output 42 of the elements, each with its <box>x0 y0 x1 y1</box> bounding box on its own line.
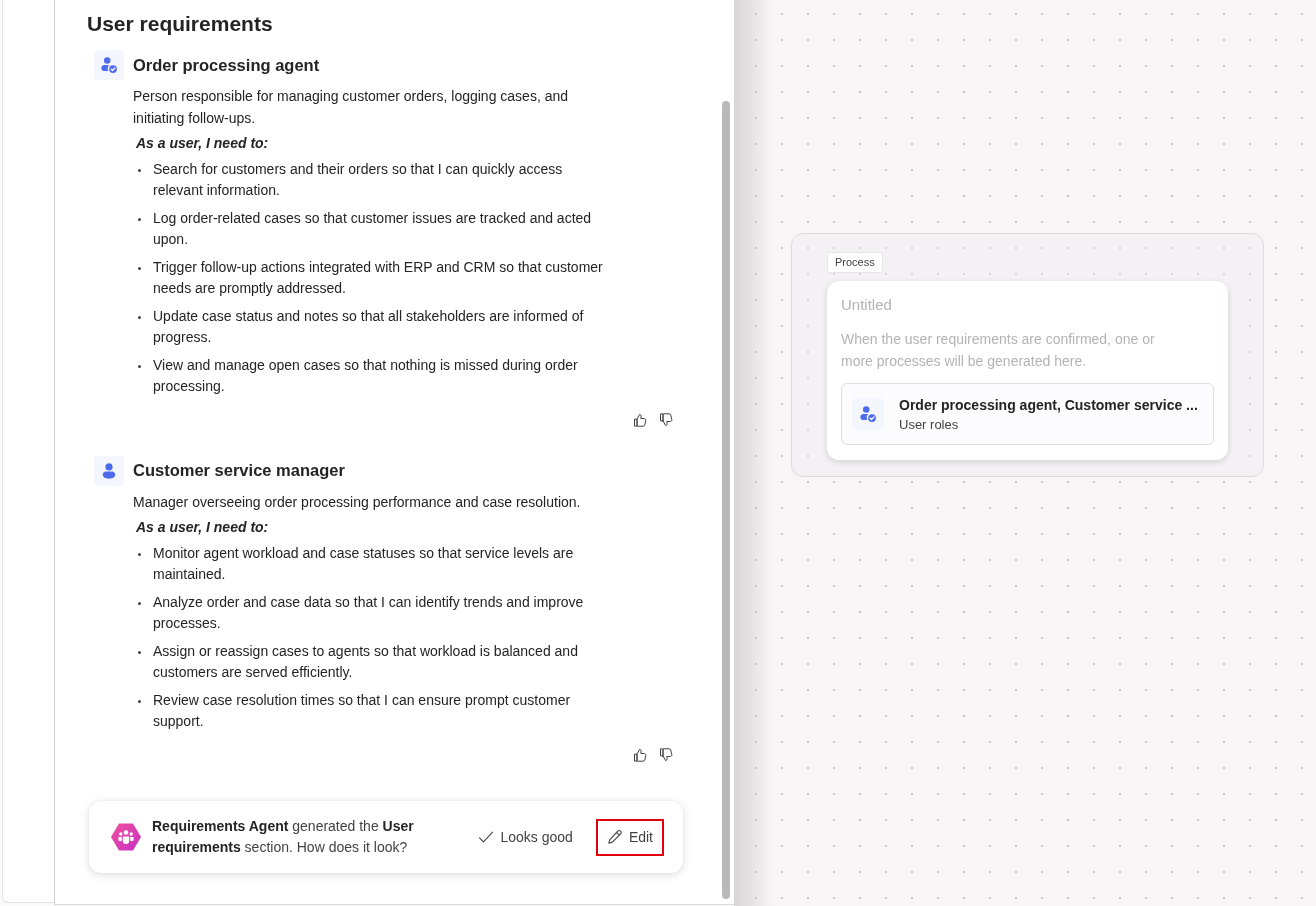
need-text: Monitor agent workload and case statuses so that service levels are maintained. <box>153 543 575 584</box>
agent-hexagon-icon <box>110 821 142 853</box>
bullet-icon <box>138 266 141 270</box>
need-text: Log order-related cases so that customer issues are tracked and acted upon. <box>153 208 593 249</box>
process-tag: Process <box>827 252 883 273</box>
bullet-icon <box>138 650 141 654</box>
scrollbar-thumb[interactable] <box>722 101 730 899</box>
bullet-icon <box>138 601 141 605</box>
process-card[interactable]: Untitled When the user requirements are confirmed, one or more processes will be generated here. Order processing agent, Customer service ... User roles <box>827 281 1228 460</box>
role-name: Customer service manager <box>133 461 345 480</box>
process-description: When the user requirements are confirmed, one or more processes will be generated here. <box>841 330 1156 371</box>
needs-label: As a user, I need to: <box>136 518 270 537</box>
role-description: Manager overseeing order processing performance and case resolution. <box>133 492 582 512</box>
feedback-message: Requirements Agent generated the User requirements section. How does it look? <box>152 817 415 857</box>
pencil-icon <box>606 829 623 845</box>
need-text: View and manage open cases so that nothing is missed during order processing. <box>153 355 579 396</box>
thumbs-down-icon[interactable] <box>658 746 674 763</box>
checkmark-icon <box>478 829 495 845</box>
bullet-icon <box>138 364 141 368</box>
bullet-icon <box>138 168 141 172</box>
bullet-icon <box>138 217 141 221</box>
role-description: Person responsible for managing customer orders, logging cases, and initiating follow-ups. <box>133 87 570 128</box>
need-text: Review case resolution times so that I can ensure prompt customer support. <box>153 690 572 731</box>
needs-label: As a user, I need to: <box>136 134 270 153</box>
item-title: Order processing agent, Customer service ... <box>899 396 1198 413</box>
need-text: Trigger follow-up actions integrated with ERP and CRM so that customer needs are promptly addressed. <box>153 257 604 298</box>
edit-button[interactable]: Edit <box>595 818 664 856</box>
need-text: Search for customers and their orders so that I can quickly access relevant information. <box>153 159 564 200</box>
thumbs-down-icon[interactable] <box>658 411 674 428</box>
process-title: Untitled <box>841 295 893 315</box>
need-text: Update case status and notes so that all stakeholders are informed of progress. <box>153 306 585 347</box>
bullet-icon <box>138 315 141 319</box>
panel-title: User requirements <box>87 11 274 37</box>
bullet-icon <box>138 552 141 556</box>
thumbs-up-icon[interactable] <box>632 411 648 428</box>
thumbs-up-icon[interactable] <box>632 746 648 763</box>
need-text: Analyze order and case data so that I can identify trends and improve processes. <box>153 592 585 633</box>
user-roles-item[interactable]: Order processing agent, Customer service ... User roles <box>841 383 1214 445</box>
item-subtitle: User roles <box>899 416 960 432</box>
bullet-icon <box>138 699 141 703</box>
role-name: Order processing agent <box>133 55 320 75</box>
need-text: Assign or reassign cases to agents so that workload is balanced and customers are served efficiently. <box>153 641 579 682</box>
